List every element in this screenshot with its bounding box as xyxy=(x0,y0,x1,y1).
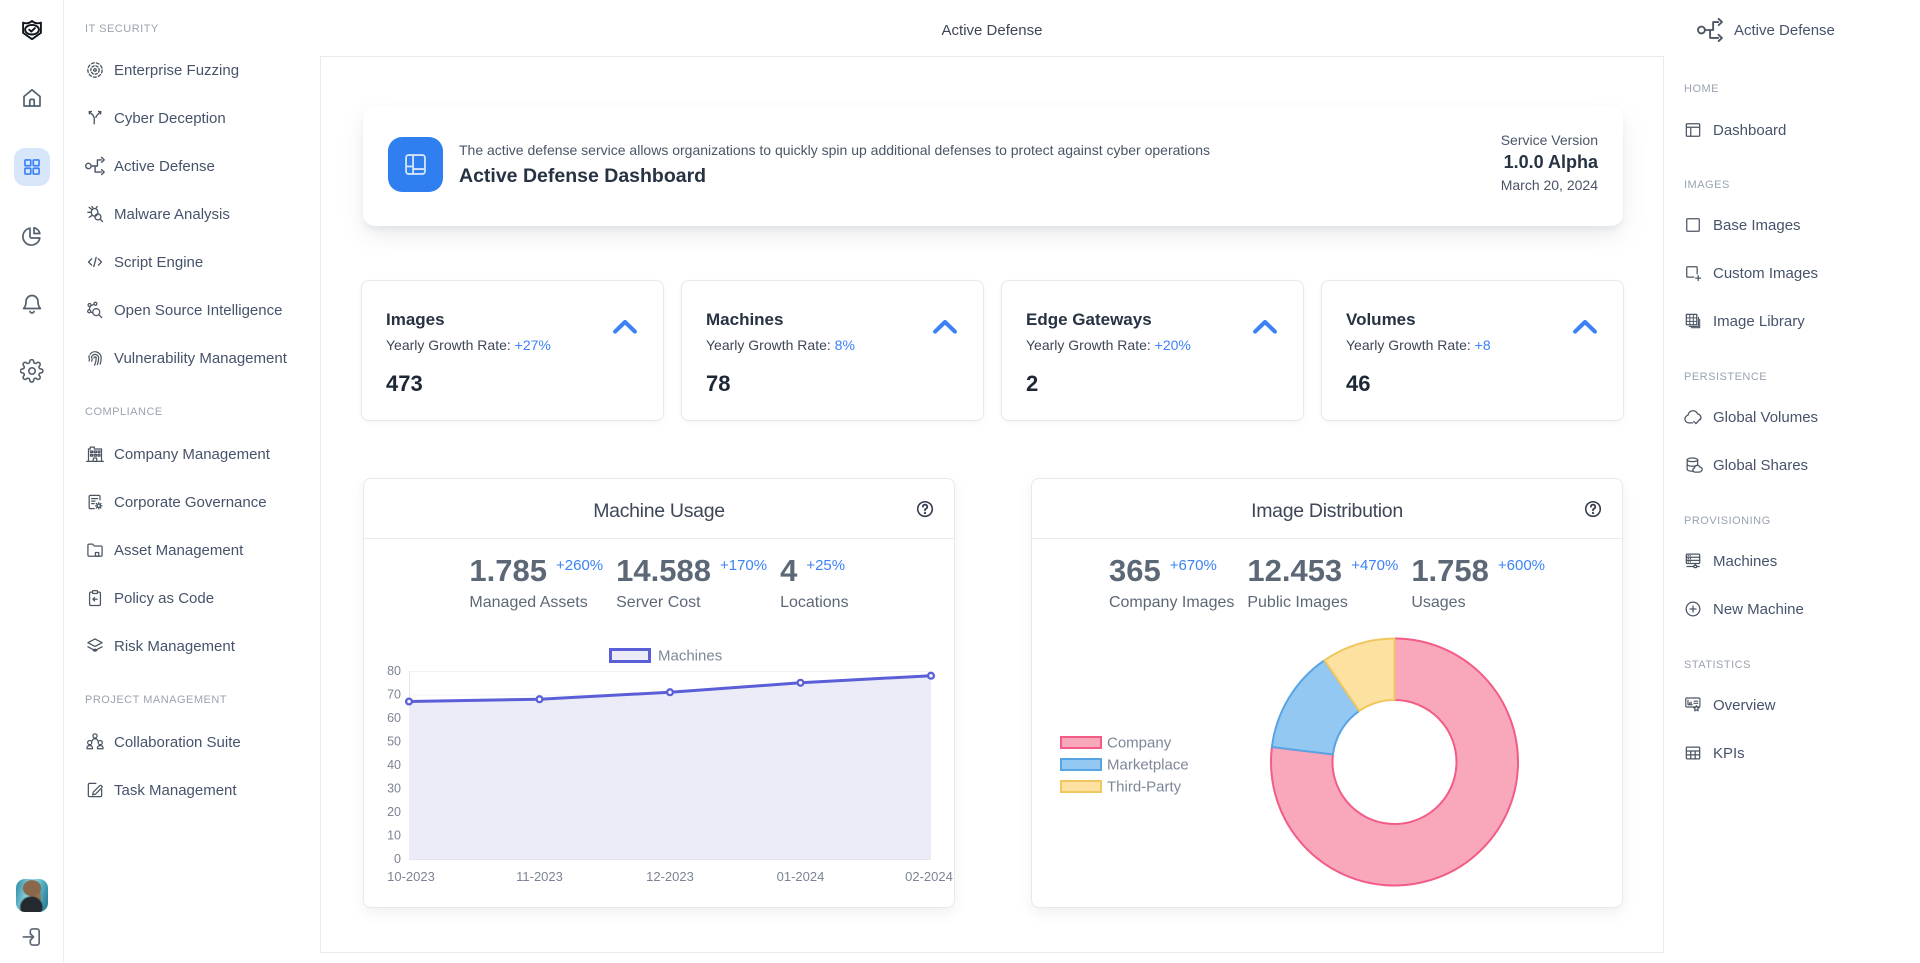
svg-text:02-2024: 02-2024 xyxy=(905,869,953,884)
svg-text:80: 80 xyxy=(387,664,401,678)
svg-text:01-2024: 01-2024 xyxy=(777,869,825,884)
svg-text:11-2023: 11-2023 xyxy=(516,869,563,884)
svg-text:60: 60 xyxy=(387,711,401,725)
svg-text:40: 40 xyxy=(387,758,401,772)
svg-text:Machines: Machines xyxy=(658,648,722,665)
svg-text:0: 0 xyxy=(394,852,401,866)
svg-text:20: 20 xyxy=(387,805,401,819)
svg-text:Company: Company xyxy=(1107,735,1172,752)
svg-text:Third-Party: Third-Party xyxy=(1107,779,1182,796)
svg-text:30: 30 xyxy=(387,782,401,796)
svg-text:50: 50 xyxy=(387,735,401,749)
svg-text:Marketplace: Marketplace xyxy=(1107,757,1189,774)
svg-text:10-2023: 10-2023 xyxy=(387,869,435,884)
svg-text:12-2023: 12-2023 xyxy=(646,869,694,884)
svg-text:10: 10 xyxy=(387,829,401,843)
svg-text:70: 70 xyxy=(387,688,401,702)
